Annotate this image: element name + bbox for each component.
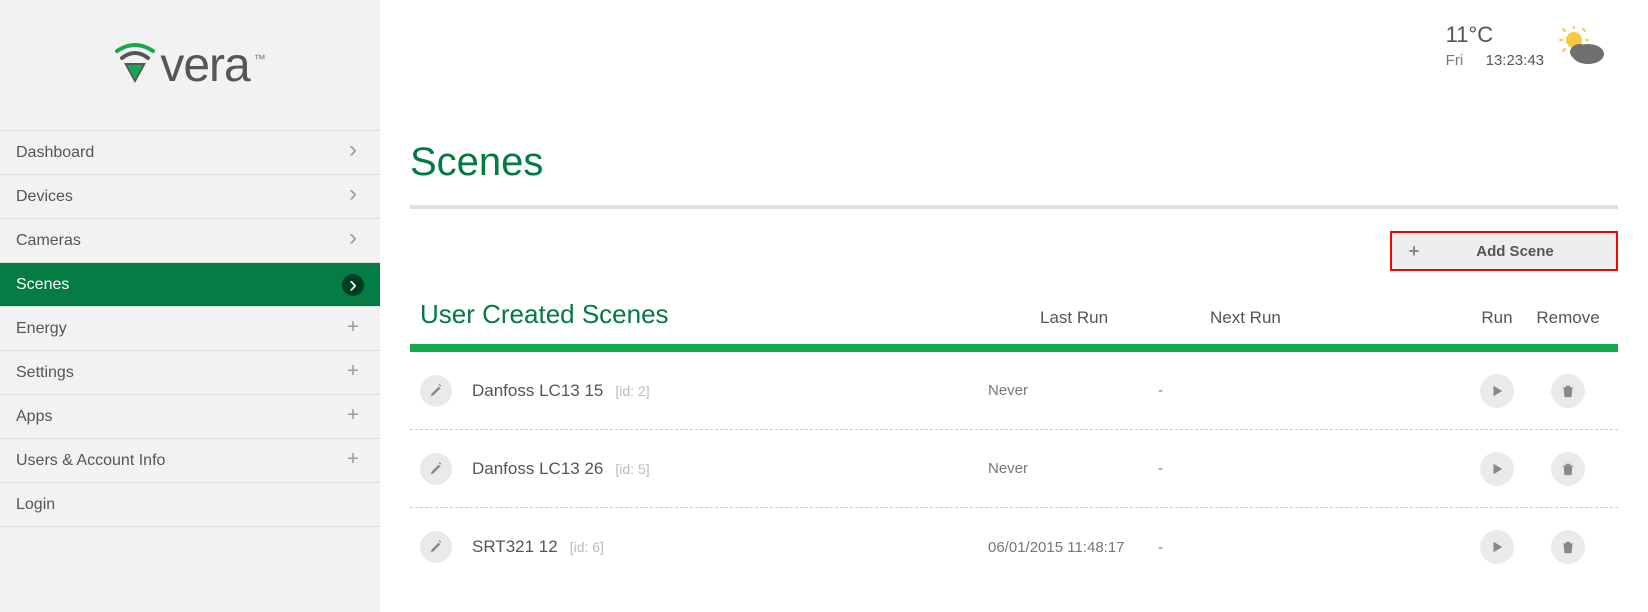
table-row: SRT321 12 [id: 6] 06/01/2015 11:48:17- — [410, 508, 1618, 586]
cell-name: SRT321 12 [id: 6] — [420, 531, 988, 563]
weather-text: 11°C Fri 13:23:43 — [1446, 22, 1544, 70]
plus-icon — [342, 320, 364, 338]
chevron-right-icon — [342, 144, 364, 162]
main-content: 11°C Fri 13:23:43 Scenes + — [380, 0, 1648, 612]
scene-name: Danfoss LC13 15 — [472, 381, 603, 401]
section-bar — [410, 344, 1618, 352]
cell-lastrun: Never — [988, 460, 1158, 477]
trash-icon — [1561, 540, 1575, 554]
cell-lastrun: Never — [988, 382, 1158, 399]
sidebar: vera ™ Dashboard Devices Cameras Scenes Ener… — [0, 0, 380, 612]
sidebar-item-label: Scenes — [16, 276, 69, 294]
partly-cloudy-icon — [1558, 26, 1606, 70]
logo-area: vera ™ — [0, 0, 380, 130]
sidebar-item-label: Cameras — [16, 232, 81, 250]
cell-run — [1466, 452, 1528, 486]
sidebar-item-label: Apps — [16, 408, 52, 426]
cell-run — [1466, 374, 1528, 408]
add-scene-label: Add Scene — [1436, 243, 1616, 260]
plus-icon — [342, 364, 364, 382]
scene-id: [id: 6] — [570, 539, 604, 555]
cell-remove — [1528, 374, 1608, 408]
table-header: User Created Scenes Last Run Next Run Ru… — [410, 299, 1618, 344]
col-nextrun: Next Run — [1210, 308, 1390, 328]
pencil-icon — [429, 462, 443, 476]
scene-id: [id: 5] — [615, 461, 649, 477]
toolbar-row: + Add Scene — [410, 231, 1618, 271]
sidebar-item-apps[interactable]: Apps — [0, 395, 380, 439]
play-icon — [1490, 384, 1504, 398]
sidebar-item-devices[interactable]: Devices — [0, 175, 380, 219]
cell-lastrun: 06/01/2015 11:48:17 — [988, 539, 1158, 556]
play-icon — [1490, 462, 1504, 476]
remove-scene-button[interactable] — [1551, 452, 1585, 486]
sidebar-item-login[interactable]: Login — [0, 483, 380, 527]
edit-scene-button[interactable] — [420, 531, 452, 563]
sidebar-item-energy[interactable]: Energy — [0, 307, 380, 351]
sidebar-item-label: Users & Account Info — [16, 452, 165, 470]
cell-run — [1466, 530, 1528, 564]
chevron-right-icon — [342, 232, 364, 250]
trash-icon — [1561, 384, 1575, 398]
status-bar: 11°C Fri 13:23:43 — [1446, 22, 1606, 70]
scene-name: Danfoss LC13 26 — [472, 459, 603, 479]
cell-remove — [1528, 530, 1608, 564]
section-title: User Created Scenes — [420, 299, 1040, 330]
sidebar-item-label: Settings — [16, 364, 74, 382]
time-label: 13:23:43 — [1486, 52, 1544, 69]
table-body: Danfoss LC13 15[id: 2]Never-Danfoss LC13… — [410, 352, 1618, 586]
brand-tm: ™ — [254, 52, 266, 66]
col-lastrun: Last Run — [1040, 308, 1210, 328]
sidebar-item-label: Dashboard — [16, 144, 94, 162]
sidebar-item-dashboard[interactable]: Dashboard — [0, 131, 380, 175]
run-scene-button[interactable] — [1480, 530, 1514, 564]
edit-scene-button[interactable] — [420, 375, 452, 407]
pencil-icon — [429, 384, 443, 398]
sidebar-item-users-account-info[interactable]: Users & Account Info — [0, 439, 380, 483]
scene-id: [id: 2] — [615, 383, 649, 399]
sidebar-item-cameras[interactable]: Cameras — [0, 219, 380, 263]
sidebar-item-scenes[interactable]: Scenes — [0, 263, 380, 307]
run-scene-button[interactable] — [1480, 452, 1514, 486]
plus-icon — [342, 408, 364, 426]
table-row: Danfoss LC13 15 [id: 2] Never- — [410, 352, 1618, 430]
col-remove: Remove — [1528, 308, 1608, 328]
play-icon — [1490, 540, 1504, 554]
plus-icon — [342, 452, 364, 470]
cell-nextrun: - — [1158, 460, 1338, 477]
scene-name: SRT321 12 — [472, 537, 558, 557]
sidebar-item-label: Devices — [16, 188, 73, 206]
cell-nextrun: - — [1158, 539, 1338, 556]
run-scene-button[interactable] — [1480, 374, 1514, 408]
cell-name: Danfoss LC13 26 [id: 5] — [420, 453, 988, 485]
remove-scene-button[interactable] — [1551, 374, 1585, 408]
wifi-v-icon — [114, 41, 156, 90]
add-scene-button[interactable]: + Add Scene — [1390, 231, 1618, 271]
cell-nextrun: - — [1158, 382, 1338, 399]
brand-logo: vera ™ — [114, 38, 265, 93]
sidebar-item-settings[interactable]: Settings — [0, 351, 380, 395]
chevron-right-icon — [342, 274, 364, 296]
col-run: Run — [1466, 308, 1528, 328]
plus-icon: + — [1392, 241, 1436, 262]
cell-name: Danfoss LC13 15 [id: 2] — [420, 375, 988, 407]
temperature: 11°C — [1446, 22, 1544, 48]
sidebar-item-label: Login — [16, 496, 55, 514]
trash-icon — [1561, 462, 1575, 476]
cell-remove — [1528, 452, 1608, 486]
remove-scene-button[interactable] — [1551, 530, 1585, 564]
title-divider — [410, 205, 1618, 209]
page-title: Scenes — [410, 140, 1618, 185]
brand-name: vera — [160, 38, 249, 93]
pencil-icon — [429, 540, 443, 554]
scenes-table: User Created Scenes Last Run Next Run Ru… — [410, 299, 1618, 586]
edit-scene-button[interactable] — [420, 453, 452, 485]
day-label: Fri — [1446, 52, 1464, 69]
sidebar-item-label: Energy — [16, 320, 67, 338]
nav-list: Dashboard Devices Cameras Scenes Energy Setti… — [0, 130, 380, 527]
chevron-right-icon — [342, 188, 364, 206]
table-row: Danfoss LC13 26 [id: 5] Never- — [410, 430, 1618, 508]
